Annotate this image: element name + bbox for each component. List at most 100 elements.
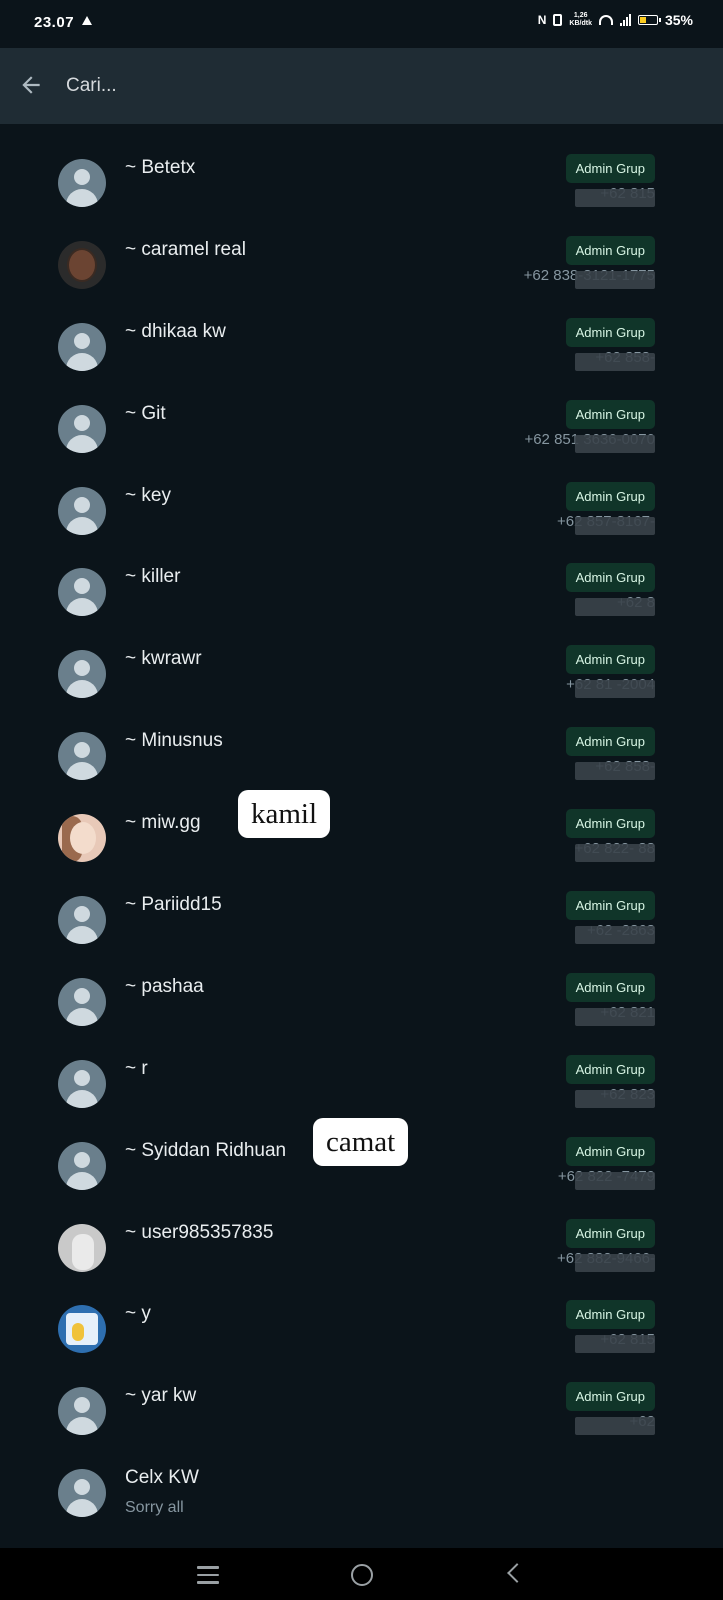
admin-badge: Admin Grup [565,1218,655,1248]
default-avatar-icon[interactable] [58,1469,106,1518]
contact-name: Celx KW [125,1467,199,1489]
admin-badge: Admin Grup [565,563,655,593]
text-sticker: camat [313,1117,409,1166]
admin-badge: Admin Grup [565,1136,655,1166]
contact-row[interactable]: ~ miw.ggAdmin Grup+62 822- 88kamil [0,786,723,868]
redaction-blur [575,1007,655,1026]
redaction-blur [575,270,655,289]
contact-name: ~ Syiddan Ridhuan [125,1139,287,1161]
status-icons: N 1,26 KB/dtk 35% [538,12,693,28]
redaction-blur [575,1253,655,1272]
contact-row[interactable]: ~ killerAdmin Grup+62 8 [0,540,723,622]
text-sticker: kamil [238,790,331,839]
contact-row[interactable]: Celx KW Sorry all [0,1441,723,1523]
admin-badge: Admin Grup [565,809,655,839]
contact-row[interactable]: ~ MinusnusAdmin Grup+62 858- [0,704,723,786]
home-circle-icon[interactable] [351,1564,373,1586]
wifi-icon [598,15,613,25]
contact-row[interactable]: ~ pashaaAdmin Grup+62 821 [0,950,723,1032]
admin-badge: Admin Grup [565,317,655,347]
battery-icon [637,15,661,25]
admin-badge: Admin Grup [565,1382,655,1412]
network-speed: 1,26 KB/dtk [569,12,592,28]
contact-row[interactable]: ~ user985357835Admin Grup+62 882-9466- [0,1196,723,1278]
contact-row[interactable]: ~ keyAdmin Grup+62 857-8167- [0,459,723,541]
contact-photo[interactable] [58,814,106,863]
contact-status: Sorry all [125,1499,184,1517]
admin-badge: Admin Grup [565,481,655,511]
contact-name: ~ dhikaa kw [125,320,226,342]
signal-icon [619,14,631,26]
nfc-icon: N [537,13,547,27]
contact-name: ~ kwrawr [125,648,202,670]
contact-name: ~ Minusnus [125,730,223,752]
redaction-blur [575,1335,655,1354]
admin-badge: Admin Grup [565,399,655,429]
redaction-blur [575,762,655,781]
redaction-blur [575,1089,655,1108]
default-avatar-icon[interactable] [58,159,106,207]
default-avatar-icon[interactable] [58,1387,106,1436]
default-avatar-icon[interactable] [58,732,106,781]
contact-name: ~ yar kw [125,1385,197,1407]
redaction-blur [575,516,655,535]
default-avatar-icon[interactable] [58,650,106,699]
default-avatar-icon[interactable] [58,1141,106,1190]
redaction-blur [575,926,655,945]
contact-name: ~ r [125,1057,148,1079]
contact-name: ~ y [125,1303,151,1325]
search-input[interactable] [66,68,666,104]
back-arrow-icon[interactable] [18,72,44,98]
default-avatar-icon[interactable] [58,977,106,1026]
contact-name: ~ user985357835 [125,1221,274,1243]
default-avatar-icon[interactable] [58,486,106,535]
redaction-blur [575,189,655,207]
redaction-blur [575,1171,655,1190]
contact-row[interactable]: ~ dhikaa kwAdmin Grup+62 858- [0,295,723,377]
redaction-blur [575,844,655,863]
vibrate-icon [553,14,563,26]
default-avatar-icon[interactable] [58,1059,106,1108]
redaction-blur [575,352,655,371]
contact-photo[interactable] [58,240,106,289]
status-time: 23.07 [34,14,75,31]
navigation-bar [0,1548,723,1600]
contact-row[interactable]: ~ kwrawrAdmin Grup+62 81 -2004 [0,622,723,704]
contact-photo[interactable] [58,1305,106,1354]
contact-name: ~ caramel real [125,238,246,260]
contact-name: ~ Betetx [125,157,196,178]
contact-name: ~ miw.gg [125,812,201,834]
contact-row[interactable]: ~ yar kwAdmin Grup+62 [0,1359,723,1441]
chevron-left-icon[interactable] [507,1563,527,1583]
contact-name: ~ killer [125,566,181,588]
contact-row[interactable]: ~ Syiddan RidhuanAdmin Grup+62 822 -7479… [0,1114,723,1196]
contact-list: ~ BetetxAdmin Grup+62 815 ~ caramel real… [0,131,723,1523]
menu-icon[interactable] [197,1566,219,1589]
status-bar: 23.07 N 1,26 KB/dtk 35% [0,0,723,48]
network-speed-unit: KB/dtk [569,20,592,27]
admin-badge: Admin Grup [565,891,655,921]
default-avatar-icon[interactable] [58,404,106,453]
admin-badge: Admin Grup [565,1054,655,1084]
contact-row[interactable]: ~ BetetxAdmin Grup+62 815 [0,131,723,213]
warning-icon [82,16,92,25]
default-avatar-icon[interactable] [58,568,106,617]
admin-badge: Admin Grup [565,154,655,183]
redaction-blur [575,1417,655,1436]
contact-row[interactable]: ~ rAdmin Grup+62 823 [0,1032,723,1114]
contact-photo[interactable] [58,1223,106,1272]
contact-row[interactable]: ~ Pariidd15Admin Grup+62 -2863 [0,868,723,950]
contact-row[interactable]: ~ yAdmin Grup+62 815 [0,1277,723,1359]
contact-name: ~ Git [125,402,166,424]
battery-percent: 35% [664,12,693,28]
contact-name: ~ key [125,484,171,506]
admin-badge: Admin Grup [565,645,655,675]
default-avatar-icon[interactable] [58,896,106,945]
admin-badge: Admin Grup [565,972,655,1002]
redaction-blur [575,680,655,699]
redaction-blur [575,434,655,453]
network-speed-value: 1,26 [573,12,588,19]
contact-row[interactable]: ~ caramel realAdmin Grup+62 838-3121-177… [0,213,723,295]
default-avatar-icon[interactable] [58,322,106,371]
contact-row[interactable]: ~ GitAdmin Grup+62 851 3636-0070 [0,377,723,459]
